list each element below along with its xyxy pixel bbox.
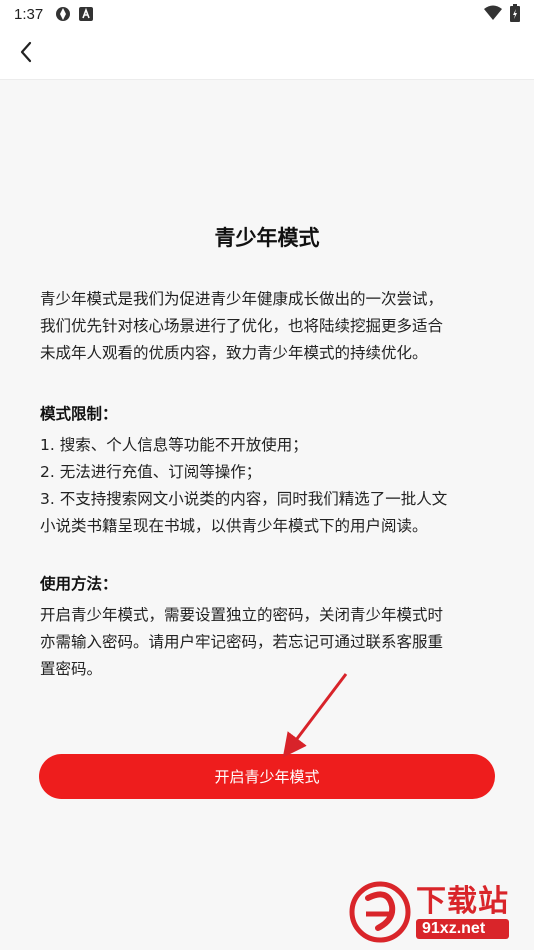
- battery-icon: [510, 4, 520, 26]
- back-button[interactable]: [10, 38, 42, 70]
- status-time: 1:37: [14, 5, 44, 23]
- watermark-url-text: 91xz.net: [416, 919, 509, 939]
- main-content: 青少年模式 青少年模式是我们为促进青少年健康成长做出的一次尝试， 我们优先针对核…: [0, 80, 534, 950]
- list-item: 2. 无法进行充值、订阅等操作；: [40, 463, 262, 481]
- usage-line: 亦需输入密码。请用户牢记密码，若忘记可通过联系客服重: [40, 633, 444, 651]
- app-bar: [0, 28, 534, 80]
- wifi-icon: [484, 5, 502, 25]
- usage-paragraph: 开启青少年模式，需要设置独立的密码，关闭青少年模式时 亦需输入密码。请用户牢记密…: [40, 602, 500, 683]
- usage-line: 置密码。: [40, 660, 103, 678]
- watermark-logo-icon: [349, 881, 411, 943]
- intro-line: 青少年模式是我们为促进青少年健康成长做出的一次尝试，: [40, 290, 444, 308]
- intro-line: 我们优先针对核心场景进行了优化，也将陆续挖掘更多适合: [40, 317, 444, 335]
- watermark: 下载站 91xz.net: [348, 880, 526, 944]
- list-item: 3. 不支持搜索网文小说类的内容，同时我们精选了一批人文: [40, 490, 448, 508]
- back-arrow-icon: [19, 41, 33, 67]
- android-notification-icon: [79, 7, 94, 21]
- enable-teen-mode-button[interactable]: 开启青少年模式: [39, 754, 495, 799]
- vpn-icon: [55, 6, 71, 22]
- intro-paragraph: 青少年模式是我们为促进青少年健康成长做出的一次尝试， 我们优先针对核心场景进行了…: [40, 286, 500, 367]
- usage-line: 开启青少年模式，需要设置独立的密码，关闭青少年模式时: [40, 606, 444, 624]
- list-item: 小说类书籍呈现在书城，以供青少年模式下的用户阅读。: [40, 517, 428, 535]
- usage-heading: 使用方法：: [40, 575, 118, 593]
- restrictions-list: 1. 搜索、个人信息等功能不开放使用； 2. 无法进行充值、订阅等操作； 3. …: [40, 432, 500, 540]
- status-bar: 1:37: [0, 0, 534, 28]
- page-title: 青少年模式: [214, 226, 320, 250]
- watermark-cn-text: 下载站: [416, 884, 509, 919]
- intro-line: 未成年人观看的优质内容，致力青少年模式的持续优化。: [40, 344, 428, 362]
- list-item: 1. 搜索、个人信息等功能不开放使用；: [40, 436, 308, 454]
- restrictions-heading: 模式限制：: [40, 405, 118, 423]
